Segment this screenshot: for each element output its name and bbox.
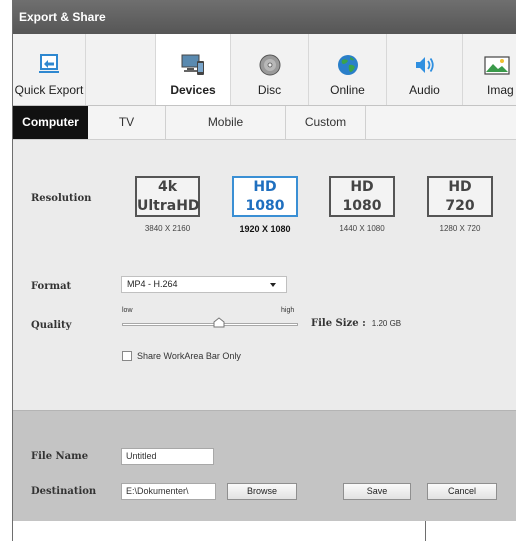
format-label: Format bbox=[31, 281, 72, 292]
resolution-option-line1: HD bbox=[253, 179, 277, 195]
toolbar-label: Audio bbox=[409, 83, 440, 97]
export-share-dialog: Export & Share Quick Export Devices Disc… bbox=[13, 0, 516, 521]
toolbar-label: Quick Export bbox=[14, 83, 84, 97]
resolution-option-4k[interactable]: 4k UltraHD bbox=[135, 176, 200, 217]
devices-icon bbox=[181, 54, 204, 75]
toolbar-label: Devices bbox=[170, 83, 216, 97]
output-panel: File Name Untitled Destination E:\Dokume… bbox=[13, 410, 516, 521]
format-select[interactable]: MP4 - H.264 bbox=[121, 276, 287, 293]
destination-input[interactable]: E:\Dokumenter\ bbox=[121, 483, 216, 500]
resolution-dimensions: 1920 X 1080 bbox=[239, 224, 291, 234]
destination-label: Destination bbox=[31, 486, 97, 497]
quality-low-label: low bbox=[122, 307, 133, 314]
format-select-value: MP4 - H.264 bbox=[127, 279, 178, 289]
quality-slider-thumb[interactable] bbox=[213, 317, 225, 328]
quality-slider-track[interactable] bbox=[122, 323, 298, 326]
file-size: File Size : 1.20 GB bbox=[311, 318, 401, 329]
resolution-option-line1: 4k bbox=[157, 179, 178, 195]
image-icon bbox=[484, 56, 510, 75]
toolbar-label: Imag bbox=[487, 83, 514, 97]
resolution-option-line2: UltraHD bbox=[137, 198, 200, 214]
chevron-down-icon bbox=[270, 283, 276, 287]
resolution-option-line2: 1080 bbox=[245, 198, 285, 214]
resolution-option-1920[interactable]: HD 1080 bbox=[232, 176, 298, 217]
resolution-option-1280[interactable]: HD 720 bbox=[427, 176, 493, 217]
resolution-option-line2: 720 bbox=[445, 198, 475, 214]
resolution-option-1440[interactable]: HD 1080 bbox=[329, 176, 395, 217]
tab-mobile[interactable]: Mobile bbox=[166, 106, 286, 139]
toolbar-label: Online bbox=[330, 83, 365, 97]
disc-icon bbox=[259, 54, 280, 76]
file-size-label: File Size : bbox=[311, 318, 366, 329]
globe-icon bbox=[337, 55, 358, 75]
file-name-label: File Name bbox=[31, 451, 89, 462]
toolbar-label: Disc bbox=[257, 83, 282, 97]
export-settings-panel: Resolution 4k UltraHD HD 1080 HD 1080 HD… bbox=[13, 140, 516, 410]
toolbar-disc[interactable]: Disc bbox=[231, 34, 309, 105]
quality-high-label: high bbox=[281, 307, 295, 314]
tab-custom[interactable]: Custom bbox=[286, 106, 366, 139]
cancel-button[interactable]: Cancel bbox=[427, 483, 497, 500]
resolution-dimensions: 1440 X 1080 bbox=[339, 224, 385, 233]
save-button[interactable]: Save bbox=[343, 483, 411, 500]
share-workarea-label: Share WorkArea Bar Only bbox=[137, 351, 241, 361]
resolution-option-line1: HD bbox=[350, 179, 374, 195]
toolbar-devices[interactable]: Devices bbox=[155, 34, 231, 105]
device-tabs: Computer TV Mobile Custom bbox=[13, 106, 516, 140]
tab-computer[interactable]: Computer bbox=[13, 106, 88, 139]
quick-export-icon bbox=[39, 54, 59, 73]
toolbar-online[interactable]: Online bbox=[309, 34, 387, 105]
dialog-title: Export & Share bbox=[13, 0, 516, 34]
tab-tv[interactable]: TV bbox=[88, 106, 166, 139]
resolution-label: Resolution bbox=[31, 193, 92, 204]
quality-label: Quality bbox=[31, 320, 72, 331]
resolution-option-line1: HD bbox=[448, 179, 472, 195]
share-workarea-checkbox[interactable] bbox=[122, 351, 132, 361]
file-name-input[interactable]: Untitled bbox=[121, 448, 214, 465]
resolution-dimensions: 3840 X 2160 bbox=[144, 224, 191, 233]
resolution-option-line2: 1080 bbox=[342, 198, 382, 214]
speaker-icon bbox=[415, 57, 434, 73]
file-size-value: 1.20 GB bbox=[371, 319, 402, 328]
background-divider bbox=[425, 521, 426, 541]
toolbar-image[interactable]: Imag bbox=[463, 34, 516, 105]
export-toolbar: Quick Export Devices Disc Online Audio I… bbox=[13, 34, 516, 106]
toolbar-audio[interactable]: Audio bbox=[387, 34, 463, 105]
browse-button[interactable]: Browse bbox=[227, 483, 297, 500]
resolution-dimensions: 1280 X 720 bbox=[439, 224, 481, 233]
toolbar-quick-export[interactable]: Quick Export bbox=[13, 34, 86, 105]
